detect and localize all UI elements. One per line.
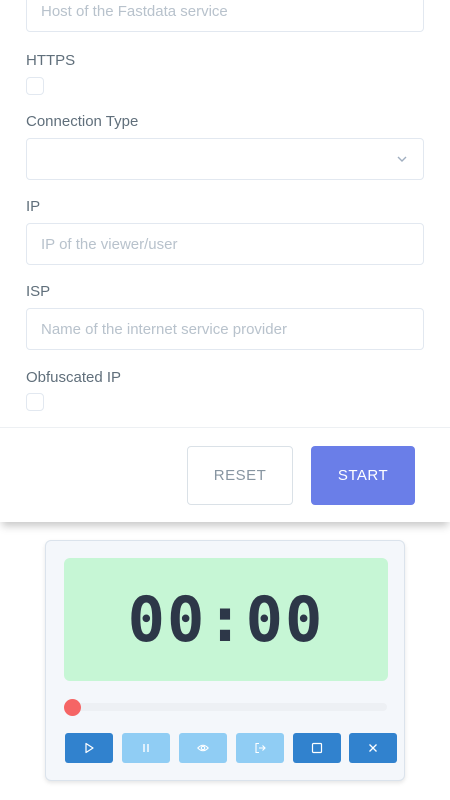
ip-label: IP <box>26 198 41 215</box>
close-icon <box>369 744 377 752</box>
play-icon <box>85 742 94 754</box>
exit-icon <box>255 742 266 754</box>
eye-icon <box>197 744 209 752</box>
start-button[interactable]: START <box>311 446 415 505</box>
reset-button[interactable]: RESET <box>187 446 293 505</box>
progress-track[interactable] <box>64 699 387 716</box>
https-label: HTTPS <box>26 52 76 69</box>
obfuscated-ip-label: Obfuscated IP <box>26 369 122 386</box>
chevron-down-icon <box>397 156 407 162</box>
view-button[interactable] <box>179 733 227 763</box>
pause-icon <box>143 744 149 752</box>
connection-type-select[interactable] <box>26 138 424 180</box>
host-input[interactable] <box>26 0 424 32</box>
connection-type-label: Connection Type <box>26 113 139 130</box>
request-form: HTTPS Connection Type IP ISP Obfuscated … <box>0 0 450 522</box>
divider <box>0 427 450 428</box>
stop-button[interactable] <box>293 733 341 763</box>
timer-display: 00:00 <box>64 558 388 681</box>
exit-button[interactable] <box>236 733 284 763</box>
close-button[interactable] <box>349 733 397 763</box>
isp-input[interactable] <box>26 308 424 350</box>
obfuscated-ip-checkbox[interactable] <box>26 393 44 411</box>
timer-player: 00:00 <box>45 540 405 781</box>
progress-thumb[interactable] <box>64 699 81 716</box>
play-button[interactable] <box>65 733 113 763</box>
timer-text: 00:00 <box>127 583 325 656</box>
ip-input[interactable] <box>26 223 424 265</box>
pause-button[interactable] <box>122 733 170 763</box>
https-checkbox[interactable] <box>26 77 44 95</box>
isp-label: ISP <box>26 283 51 300</box>
stop-icon <box>311 742 323 754</box>
